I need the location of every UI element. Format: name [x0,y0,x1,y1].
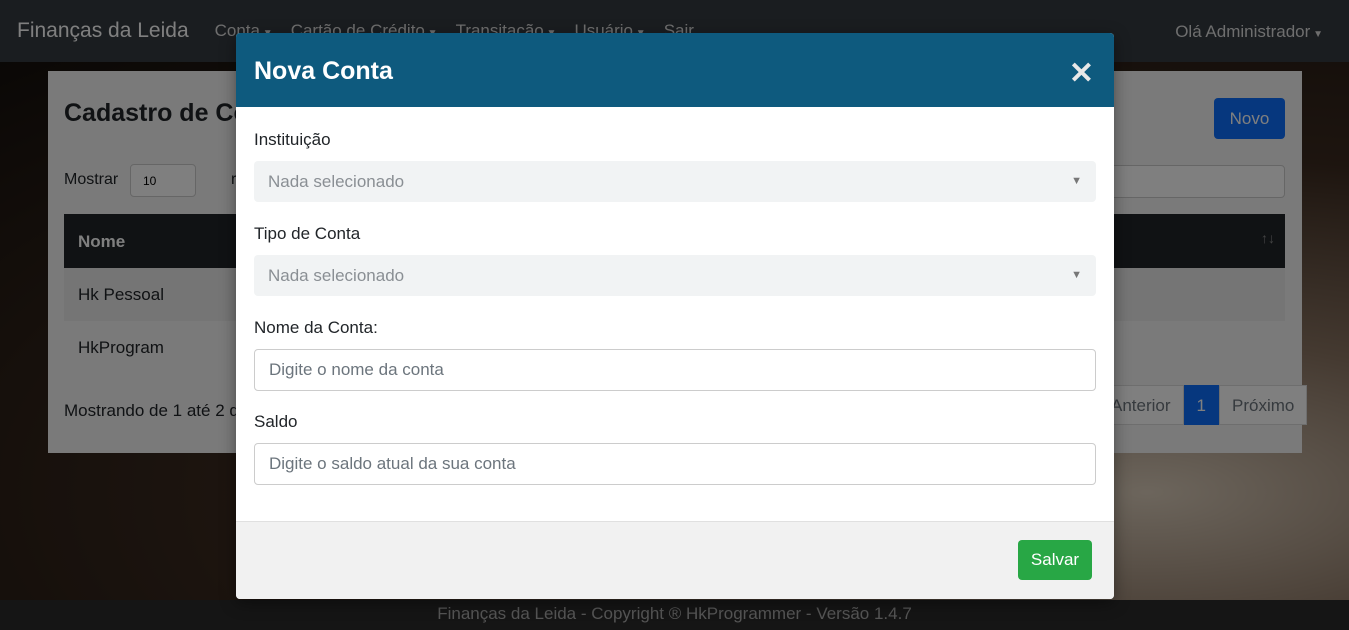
tipo-conta-select[interactable]: Nada selecionado ▼ [254,255,1096,296]
nome-conta-input[interactable] [254,349,1096,391]
dropdown-arrow-icon: ▼ [1071,175,1082,187]
instituicao-select[interactable]: Nada selecionado ▼ [254,161,1096,202]
saldo-label: Saldo [254,412,298,431]
modal-header: Nova Conta ✕ [236,33,1114,107]
saldo-input[interactable] [254,443,1096,485]
modal-body: Instituição Nada selecionado ▼ Tipo de C… [236,107,1114,521]
nome-conta-label: Nome da Conta: [254,318,378,337]
close-icon[interactable]: ✕ [1069,59,1094,89]
dropdown-arrow-icon: ▼ [1071,269,1082,281]
instituicao-label: Instituição [254,130,331,149]
modal-footer: Salvar [236,521,1114,599]
tipo-conta-label: Tipo de Conta [254,224,361,243]
new-account-modal: Nova Conta ✕ Instituição Nada selecionad… [236,33,1114,599]
save-button[interactable]: Salvar [1018,540,1092,580]
modal-title: Nova Conta [254,57,393,85]
